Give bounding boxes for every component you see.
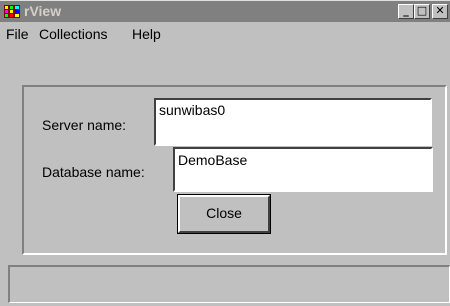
menu-help[interactable]: Help: [132, 26, 161, 42]
minimize-button[interactable]: _: [398, 4, 414, 19]
maximize-button[interactable]: □: [414, 4, 430, 19]
menu-collections[interactable]: Collections: [39, 26, 107, 42]
menu-bar: File Collections Help: [0, 22, 450, 46]
maximize-icon: □: [416, 4, 428, 17]
close-button[interactable]: Close: [177, 194, 271, 234]
status-bar: [8, 265, 450, 303]
minimize-icon: _: [403, 4, 409, 17]
database-name-label: Database name:: [42, 164, 145, 180]
menu-file[interactable]: File: [6, 26, 29, 42]
window-title: rView: [24, 3, 62, 19]
server-name-label: Server name:: [42, 117, 127, 133]
title-bar[interactable]: rView _ □ ✕: [0, 0, 450, 22]
close-window-button[interactable]: ✕: [432, 4, 448, 19]
close-icon: ✕: [435, 4, 445, 17]
server-name-input[interactable]: [154, 98, 432, 146]
app-icon: [4, 5, 20, 18]
database-name-input[interactable]: [173, 147, 433, 192]
